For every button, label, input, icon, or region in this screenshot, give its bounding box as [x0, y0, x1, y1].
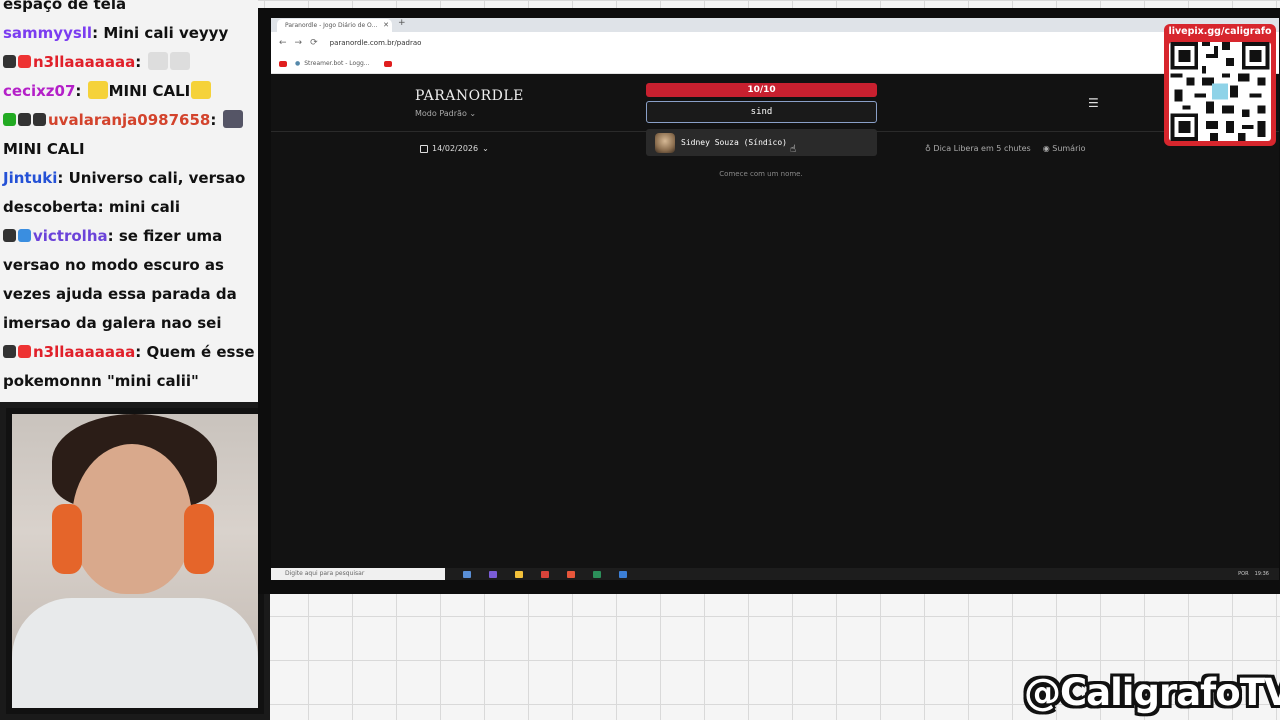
chat-panel: espaço de tela sammyysll: Mini cali veyy…: [0, 0, 258, 402]
app-icon[interactable]: [593, 570, 601, 578]
hint-label: Dica Libera em 5 chutes: [933, 144, 1031, 153]
youtube-icon: [383, 60, 392, 67]
chat-message: Jintuki: Universo cali, versao descobert…: [3, 169, 246, 216]
chat-message: victrolha: se fizer uma versao no modo e…: [3, 227, 237, 332]
empty-state-text: Comece com um nome.: [719, 170, 803, 178]
summary-label: Sumário: [1052, 144, 1086, 153]
calendar-icon: [420, 144, 428, 153]
bookmark-label: Streamer.bot - Logg...: [304, 60, 370, 67]
hint-button[interactable]: ♁ Dica Libera em 5 chutes: [925, 144, 1031, 153]
app-icon[interactable]: [541, 570, 549, 578]
game-page: PARANORDLE Modo Padrão ⌄ 10/10 sind ☰ 14…: [271, 74, 1279, 568]
chat-username: cecixz07: [3, 82, 76, 100]
chat-text: Mini cali veyyy: [103, 24, 229, 42]
chat-text: espaço de tela: [3, 0, 127, 13]
badge-icon: [18, 55, 31, 68]
emote-icon: [222, 110, 243, 128]
guess-input[interactable]: sind: [646, 101, 877, 123]
bookmark-streamerbot[interactable]: ● Streamer.bot - Logg...: [295, 60, 392, 67]
badge-icon: [18, 113, 31, 126]
mode-selector[interactable]: Modo Padrão ⌄: [415, 109, 476, 118]
browser-tab[interactable]: Paranordle - Jogo Diário de O... ✕: [277, 19, 392, 32]
channel-handle: @CaligrafoTV: [1024, 671, 1280, 714]
bookmark-youtube[interactable]: [279, 60, 287, 67]
chat-username: uvalaranja0987658: [48, 111, 211, 129]
emote-icon: [191, 81, 212, 99]
streamerbot-icon: ●: [295, 60, 301, 67]
chat-message: uvalaranja0987658: MINI CALI: [0, 106, 258, 164]
badge-icon: [3, 229, 16, 242]
eye-icon: ◉: [1042, 144, 1050, 153]
chevron-down-icon: ⌄: [482, 144, 489, 153]
qr-label: livepix.gg/caligrafo: [1168, 26, 1272, 37]
close-icon[interactable]: ✕: [383, 19, 389, 32]
emote-icon: [147, 52, 168, 70]
date-selector[interactable]: 14/02/2026 ⌄: [420, 144, 489, 153]
screen-capture: Paranordle - Jogo Diário de O... ✕ + ← →…: [258, 8, 1280, 594]
chat-messages: espaço de tela sammyysll: Mini cali veyy…: [0, 0, 258, 396]
system-tray: POR 19:36: [1238, 568, 1269, 580]
mode-label: Modo Padrão: [415, 109, 467, 118]
badge-icon: [18, 345, 31, 358]
date-label: 14/02/2026: [432, 144, 479, 153]
headphones-icon: [52, 504, 82, 574]
url-input[interactable]: paranordle.com.br/padrao: [330, 39, 422, 47]
taskbar: Digite aqui para pesquisar POR 19:36: [271, 568, 1279, 580]
webcam-video: [12, 414, 258, 708]
folder-icon[interactable]: [515, 570, 523, 578]
chat-text: MINI CALI: [108, 82, 191, 100]
youtube-icon: [279, 60, 287, 67]
new-tab-button[interactable]: +: [398, 18, 406, 28]
back-icon[interactable]: ←: [279, 38, 287, 48]
badge-icon: [3, 345, 16, 358]
chat-message: espaço de tela: [0, 0, 258, 19]
lightbulb-icon: ♁: [925, 144, 931, 153]
chat-message: cecixz07: MINI CALI: [0, 77, 258, 106]
taskbar-search-input[interactable]: Digite aqui para pesquisar: [271, 568, 445, 580]
chat-message: n3llaaaaaaa: Quem é esse pokemonnn "mini…: [3, 343, 255, 390]
chat-message: n3llaaaaaaa:: [0, 48, 258, 77]
address-bar: ← → ⟳ paranordle.com.br/padrao: [271, 32, 1279, 54]
avatar: [655, 132, 675, 153]
badge-icon: [33, 113, 46, 126]
suggestion-item[interactable]: Sidney Souza (Síndico): [646, 129, 877, 156]
chat-username: n3llaaaaaaa: [33, 53, 136, 71]
attempt-counter: 10/10: [646, 83, 877, 97]
chevron-down-icon: ⌄: [469, 109, 477, 118]
summary-button[interactable]: ◉ Sumário: [1043, 144, 1086, 153]
tab-bar: Paranordle - Jogo Diário de O... ✕ +: [271, 18, 1279, 32]
chat-username: sammyysll: [3, 24, 93, 42]
emote-icon: [169, 52, 190, 70]
chrome-icon[interactable]: [567, 570, 575, 578]
badge-icon: [3, 55, 16, 68]
hint-bar: ♁ Dica Libera em 5 chutes ◉ Sumário: [925, 144, 1085, 153]
chat-message: sammyysll: Mini cali veyyy: [3, 24, 229, 42]
chat-username: n3llaaaaaaa: [33, 343, 136, 361]
donation-qr: livepix.gg/caligrafo: [1164, 24, 1276, 146]
badge-icon: [18, 229, 31, 242]
taskview-icon[interactable]: [463, 570, 471, 578]
app-icon[interactable]: [619, 570, 627, 578]
emote-icon: [87, 81, 108, 99]
forward-icon[interactable]: →: [295, 38, 303, 48]
chat-username: victrolha: [33, 227, 108, 245]
suggestion-label: Sidney Souza (Síndico): [681, 138, 787, 147]
browser-window: Paranordle - Jogo Diário de O... ✕ + ← →…: [271, 18, 1279, 580]
app-icon[interactable]: [489, 570, 497, 578]
chat-text: MINI CALI: [3, 140, 85, 158]
suggestion-dropdown: Sidney Souza (Síndico): [646, 129, 877, 156]
badge-icon: [3, 113, 16, 126]
language-indicator[interactable]: POR: [1238, 568, 1248, 580]
clock[interactable]: 19:36: [1255, 568, 1269, 580]
mouse-cursor-icon: ☝: [790, 144, 797, 155]
reload-icon[interactable]: ⟳: [310, 38, 318, 48]
chat-username: Jintuki: [3, 169, 58, 187]
qr-code-icon: [1169, 42, 1271, 141]
site-logo[interactable]: PARANORDLE: [415, 88, 524, 104]
menu-icon[interactable]: ☰: [1088, 96, 1099, 110]
webcam-frame: [0, 402, 270, 720]
bookmarks-bar: ● Streamer.bot - Logg...: [271, 54, 1279, 74]
tab-title: Paranordle - Jogo Diário de O...: [285, 22, 378, 29]
